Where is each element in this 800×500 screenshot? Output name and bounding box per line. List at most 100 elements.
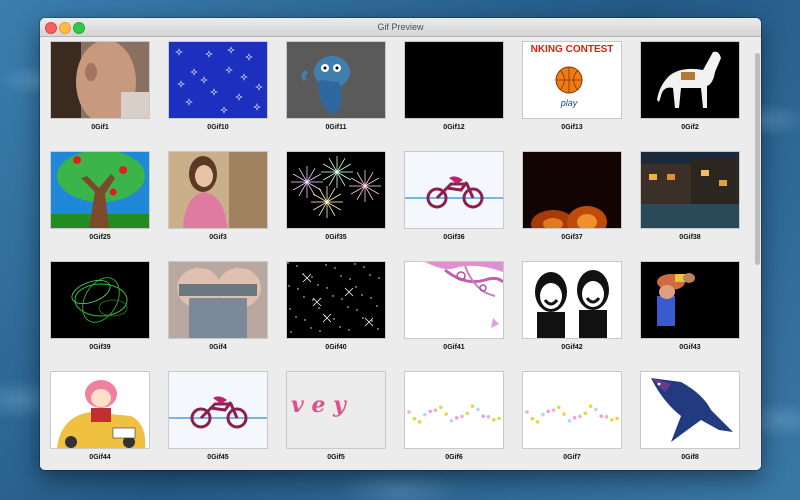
gif-cell[interactable]: 0Gif6 bbox=[404, 367, 504, 470]
gif-thumbnail-two-faces[interactable] bbox=[522, 261, 622, 339]
gif-label: 0Gif13 bbox=[561, 124, 583, 131]
gif-cell[interactable]: 0Gif25 bbox=[50, 147, 150, 255]
gif-thumbnail-pink-swirls[interactable] bbox=[404, 261, 504, 339]
title-bar[interactable]: Gif Preview bbox=[40, 18, 761, 37]
person-photo-icon bbox=[51, 42, 149, 118]
basketball-contest-icon: NKING CONTEST play bbox=[523, 42, 621, 118]
gif-thumbnail-motorbike[interactable] bbox=[168, 371, 268, 449]
gif-thumbnail-photo[interactable] bbox=[168, 261, 268, 339]
gif-label: 0Gif1 bbox=[91, 124, 109, 131]
gif-label: 0Gif45 bbox=[207, 454, 229, 461]
flower-dots-icon bbox=[523, 372, 621, 448]
gif-cell[interactable]: 0Gif38 bbox=[640, 147, 740, 255]
gif-thumbnail-white-sparkles[interactable] bbox=[286, 261, 386, 339]
gif-label: 0Gif12 bbox=[443, 124, 465, 131]
gif-cell[interactable]: 0Gif12 bbox=[404, 37, 504, 145]
gif-thumbnail-blue-bird[interactable] bbox=[640, 371, 740, 449]
fire-icon bbox=[523, 152, 621, 228]
gif-label: 0Gif6 bbox=[445, 454, 463, 461]
white-horse-icon bbox=[641, 42, 739, 118]
gif-label: 0Gif8 bbox=[681, 454, 699, 461]
white-sparkles-icon bbox=[287, 262, 385, 338]
blue-bird-icon bbox=[641, 372, 739, 448]
gif-label: 0Gif41 bbox=[443, 344, 465, 351]
gif-thumbnail-flower-dots[interactable] bbox=[522, 371, 622, 449]
gif-cell[interactable]: 0Gif44 bbox=[50, 367, 150, 470]
gif-label: 0Gif43 bbox=[679, 344, 701, 351]
gif-label: 0Gif5 bbox=[327, 454, 345, 461]
gif-label: 0Gif10 bbox=[207, 124, 229, 131]
gif-cell[interactable]: v e y 0Gif5 bbox=[286, 367, 386, 470]
pink-swirls-icon bbox=[405, 262, 503, 338]
gif-label: 0Gif44 bbox=[89, 454, 111, 461]
gif-cell[interactable]: 0Gif42 bbox=[522, 257, 622, 365]
motorbike-icon bbox=[405, 152, 503, 228]
gif-preview-window: Gif Preview 0Gif1 0Gif10 0Gif11 0Gif12 NKI… bbox=[40, 18, 761, 470]
gif-cell[interactable]: 0Gif41 bbox=[404, 257, 504, 365]
gif-label: 0Gif42 bbox=[561, 344, 583, 351]
gif-thumbnail-fighters[interactable] bbox=[640, 261, 740, 339]
gif-thumbnail-apple-tree[interactable] bbox=[50, 151, 150, 229]
gif-cell[interactable]: 0Gif43 bbox=[640, 257, 740, 365]
gif-thumbnail-night-street[interactable] bbox=[640, 151, 740, 229]
gif-thumbnail-green-spirals[interactable] bbox=[50, 261, 150, 339]
gif-cell[interactable]: 0Gif39 bbox=[50, 257, 150, 365]
gif-cell[interactable]: 0Gif7 bbox=[522, 367, 622, 470]
gif-thumbnail-white-horse[interactable] bbox=[640, 41, 740, 119]
gif-cell[interactable]: 0Gif8 bbox=[640, 367, 740, 470]
scroll-thumb[interactable] bbox=[755, 53, 760, 265]
blue-monster-icon bbox=[287, 42, 385, 118]
gif-cell[interactable]: 0Gif36 bbox=[404, 147, 504, 255]
gif-label: 0Gif4 bbox=[209, 344, 227, 351]
gif-cell[interactable]: 0Gif40 bbox=[286, 257, 386, 365]
fighters-icon bbox=[641, 262, 739, 338]
gif-cell[interactable]: 0Gif10 bbox=[168, 37, 268, 145]
gif-thumbnail-flower-dots[interactable] bbox=[404, 371, 504, 449]
gif-label: 0Gif7 bbox=[563, 454, 581, 461]
vertical-scrollbar[interactable] bbox=[754, 37, 761, 470]
girl-photo-icon bbox=[169, 152, 267, 228]
flower-dots-icon bbox=[405, 372, 503, 448]
gif-cell[interactable]: 0Gif2 bbox=[640, 37, 740, 145]
gif-thumbnail-love-letters[interactable]: v e y bbox=[286, 371, 386, 449]
gif-thumbnail-fire[interactable] bbox=[522, 151, 622, 229]
gif-thumbnail-blue-sparkles[interactable] bbox=[168, 41, 268, 119]
gif-label: 0Gif36 bbox=[443, 234, 465, 241]
gif-thumbnail-basketball-contest[interactable]: NKING CONTEST play bbox=[522, 41, 622, 119]
gif-thumbnail-cartoon-girl-car[interactable] bbox=[50, 371, 150, 449]
gif-label: 0Gif2 bbox=[681, 124, 699, 131]
gif-label: 0Gif40 bbox=[325, 344, 347, 351]
gif-grid-area[interactable]: 0Gif1 0Gif10 0Gif11 0Gif12 NKING CONTEST p… bbox=[40, 37, 761, 470]
gif-thumbnail-girl-photo[interactable] bbox=[168, 151, 268, 229]
gif-label: 0Gif37 bbox=[561, 234, 583, 241]
gif-thumbnail-black-frame[interactable] bbox=[404, 41, 504, 119]
thumbnail-text: play bbox=[560, 98, 578, 108]
gif-thumbnail-person-photo[interactable] bbox=[50, 41, 150, 119]
window-title: Gif Preview bbox=[377, 22, 424, 32]
fireworks-icon bbox=[287, 152, 385, 228]
black-frame-icon bbox=[405, 42, 503, 118]
gif-cell[interactable]: 0Gif1 bbox=[50, 37, 150, 145]
blue-sparkles-icon bbox=[169, 42, 267, 118]
gif-cell[interactable]: NKING CONTEST play 0Gif13 bbox=[522, 37, 622, 145]
love-letters-icon: v e y bbox=[287, 372, 385, 448]
gif-label: 0Gif39 bbox=[89, 344, 111, 351]
gif-label: 0Gif38 bbox=[679, 234, 701, 241]
cartoon-girl-car-icon bbox=[51, 372, 149, 448]
gif-cell[interactable]: 0Gif3 bbox=[168, 147, 268, 255]
night-street-icon bbox=[641, 152, 739, 228]
apple-tree-icon bbox=[51, 152, 149, 228]
gif-label: 0Gif11 bbox=[325, 124, 347, 131]
gif-cell[interactable]: 0Gif4 bbox=[168, 257, 268, 365]
gif-label: 0Gif35 bbox=[325, 234, 347, 241]
thumbnail-text: v e y bbox=[291, 392, 348, 418]
gif-label: 0Gif25 bbox=[89, 234, 111, 241]
gif-cell[interactable]: 0Gif11 bbox=[286, 37, 386, 145]
gif-cell[interactable]: 0Gif37 bbox=[522, 147, 622, 255]
gif-thumbnail-fireworks[interactable] bbox=[286, 151, 386, 229]
gif-cell[interactable]: 0Gif35 bbox=[286, 147, 386, 255]
gif-thumbnail-blue-monster[interactable] bbox=[286, 41, 386, 119]
gif-cell[interactable]: 0Gif45 bbox=[168, 367, 268, 470]
gif-thumbnail-motorbike[interactable] bbox=[404, 151, 504, 229]
motorbike-icon bbox=[169, 372, 267, 448]
